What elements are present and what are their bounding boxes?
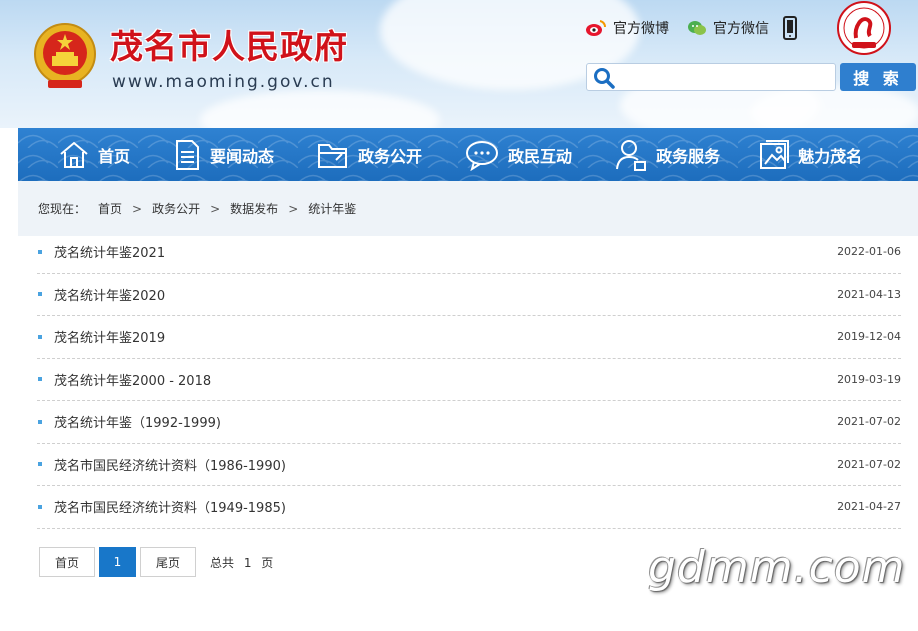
wechat-icon — [688, 21, 706, 35]
list-item-date: 2022-01-06 — [837, 245, 901, 259]
national-emblem-icon — [34, 23, 96, 88]
list-item-title[interactable]: 茂名统计年鉴（1992-1999) — [54, 412, 837, 431]
list-item-date: 2021-07-02 — [837, 457, 901, 471]
page-total: 总共 1 页 — [210, 555, 274, 570]
list-item[interactable]: 茂名市国民经济统计资料（1986-1990) 2021-07-02 — [37, 444, 901, 486]
list-item-date: 2021-04-27 — [837, 500, 901, 514]
bullet-icon — [38, 334, 42, 339]
chevron-right-icon: > — [288, 201, 299, 216]
nav-label-interaction: 政民互动 — [508, 146, 573, 166]
list-item-title[interactable]: 茂名统计年鉴2000 - 2018 — [54, 370, 837, 389]
nav-item-charm[interactable]: 魅力茂名 — [758, 128, 862, 181]
chat-icon — [466, 140, 499, 171]
search-box — [586, 63, 836, 91]
list-item-title[interactable]: 茂名统计年鉴2019 — [54, 327, 837, 346]
list-item-title[interactable]: 茂名统计年鉴2021 — [54, 242, 837, 261]
breadcrumb-item-home[interactable]: 首页 — [98, 200, 122, 217]
first-page-button[interactable]: 首页 — [39, 547, 95, 577]
bullet-icon — [38, 249, 42, 254]
chevron-right-icon: > — [210, 201, 221, 216]
site-title: 茂名市人民政府 — [110, 27, 348, 66]
home-icon — [60, 141, 88, 168]
site-url: www.maoming.gov.cn — [112, 72, 335, 92]
breadcrumb-item-yearbook[interactable]: 统计年鉴 — [308, 200, 356, 217]
list-item-date: 2019-03-19 — [837, 372, 901, 386]
document-icon — [176, 139, 200, 170]
bullet-icon — [38, 462, 42, 467]
nav-item-home[interactable]: 首页 — [58, 128, 130, 181]
weibo-link[interactable]: 官方微博 — [585, 18, 669, 38]
page-number-button[interactable]: 1 — [99, 547, 136, 577]
list-item[interactable]: 茂名统计年鉴（1992-1999) 2021-07-02 — [37, 401, 901, 444]
list-item[interactable]: 茂名统计年鉴2021 2022-01-06 — [37, 231, 901, 274]
nav-item-news[interactable]: 要闻动态 — [172, 128, 274, 181]
search-icon — [594, 68, 615, 89]
mobile-phone-icon — [783, 16, 797, 40]
top-links: 官方微博 官方微信 — [585, 15, 821, 41]
nav-label-news: 要闻动态 — [210, 146, 275, 166]
breadcrumb-item-data-release[interactable]: 数据发布 — [230, 200, 278, 217]
wechat-label: 官方微信 — [713, 21, 769, 37]
list-item-date: 2021-07-02 — [837, 415, 901, 429]
list-item-date: 2019-12-04 — [837, 330, 901, 344]
bullet-icon — [38, 292, 42, 297]
nav-item-gov-affairs[interactable]: 政务公开 — [316, 128, 422, 181]
bullet-icon — [38, 504, 42, 509]
bullet-icon — [38, 377, 42, 382]
breadcrumb-item-gov-affairs[interactable]: 政务公开 — [152, 200, 200, 217]
pagination: 首页 1 尾页 总共 1 页 — [39, 547, 273, 577]
search-button[interactable]: 搜 索 — [840, 63, 916, 91]
folder-icon — [318, 143, 348, 168]
nav-label-gov-affairs: 政务公开 — [358, 146, 423, 166]
weibo-label: 官方微博 — [613, 21, 669, 37]
site-header: 茂名市人民政府 www.maoming.gov.cn 官方微博 官方微信 搜 索 — [0, 0, 918, 128]
list-item-title[interactable]: 茂名市国民经济统计资料（1986-1990) — [54, 455, 837, 474]
main-nav: 首页 要闻动态 政务公开 政民互动 政务服务 魅力茂名 — [18, 128, 918, 181]
nav-label-charm: 魅力茂名 — [798, 146, 863, 166]
mobile-link[interactable] — [783, 16, 803, 40]
nav-label-home: 首页 — [98, 146, 131, 166]
list-item-title[interactable]: 茂名统计年鉴2020 — [54, 285, 837, 304]
watermark: gdmm.com — [648, 542, 906, 593]
breadcrumb: 您现在： 首页 > 政务公开 > 数据发布 > 统计年鉴 — [18, 181, 918, 236]
nav-item-services[interactable]: 政务服务 — [614, 128, 720, 181]
page: 茂名市人民政府 www.maoming.gov.cn 官方微博 官方微信 搜 索… — [0, 0, 918, 631]
list-item[interactable]: 茂名统计年鉴2020 2021-04-13 — [37, 274, 901, 316]
user-service-icon — [616, 139, 647, 171]
chevron-right-icon: > — [132, 201, 143, 216]
list-item[interactable]: 茂名统计年鉴2000 - 2018 2019-03-19 — [37, 359, 901, 401]
list-item-title[interactable]: 茂名市国民经济统计资料（1949-1985) — [54, 497, 837, 516]
wechat-link[interactable]: 官方微信 — [687, 18, 769, 38]
last-page-button[interactable]: 尾页 — [140, 547, 196, 577]
bullet-icon — [38, 419, 42, 424]
list-item[interactable]: 茂名市国民经济统计资料（1949-1985) 2021-04-27 — [37, 486, 901, 529]
search-input[interactable] — [619, 66, 829, 88]
yearbook-list: 茂名统计年鉴2021 2022-01-06 茂名统计年鉴2020 2021-04… — [37, 231, 901, 529]
city-badge-logo — [837, 1, 891, 55]
picture-icon — [760, 139, 790, 169]
nav-item-interaction[interactable]: 政民互动 — [464, 128, 572, 181]
breadcrumb-prefix: 您现在： — [38, 202, 87, 216]
list-item[interactable]: 茂名统计年鉴2019 2019-12-04 — [37, 316, 901, 359]
weibo-icon — [586, 20, 607, 36]
nav-label-services: 政务服务 — [656, 146, 721, 166]
list-item-date: 2021-04-13 — [837, 287, 901, 301]
